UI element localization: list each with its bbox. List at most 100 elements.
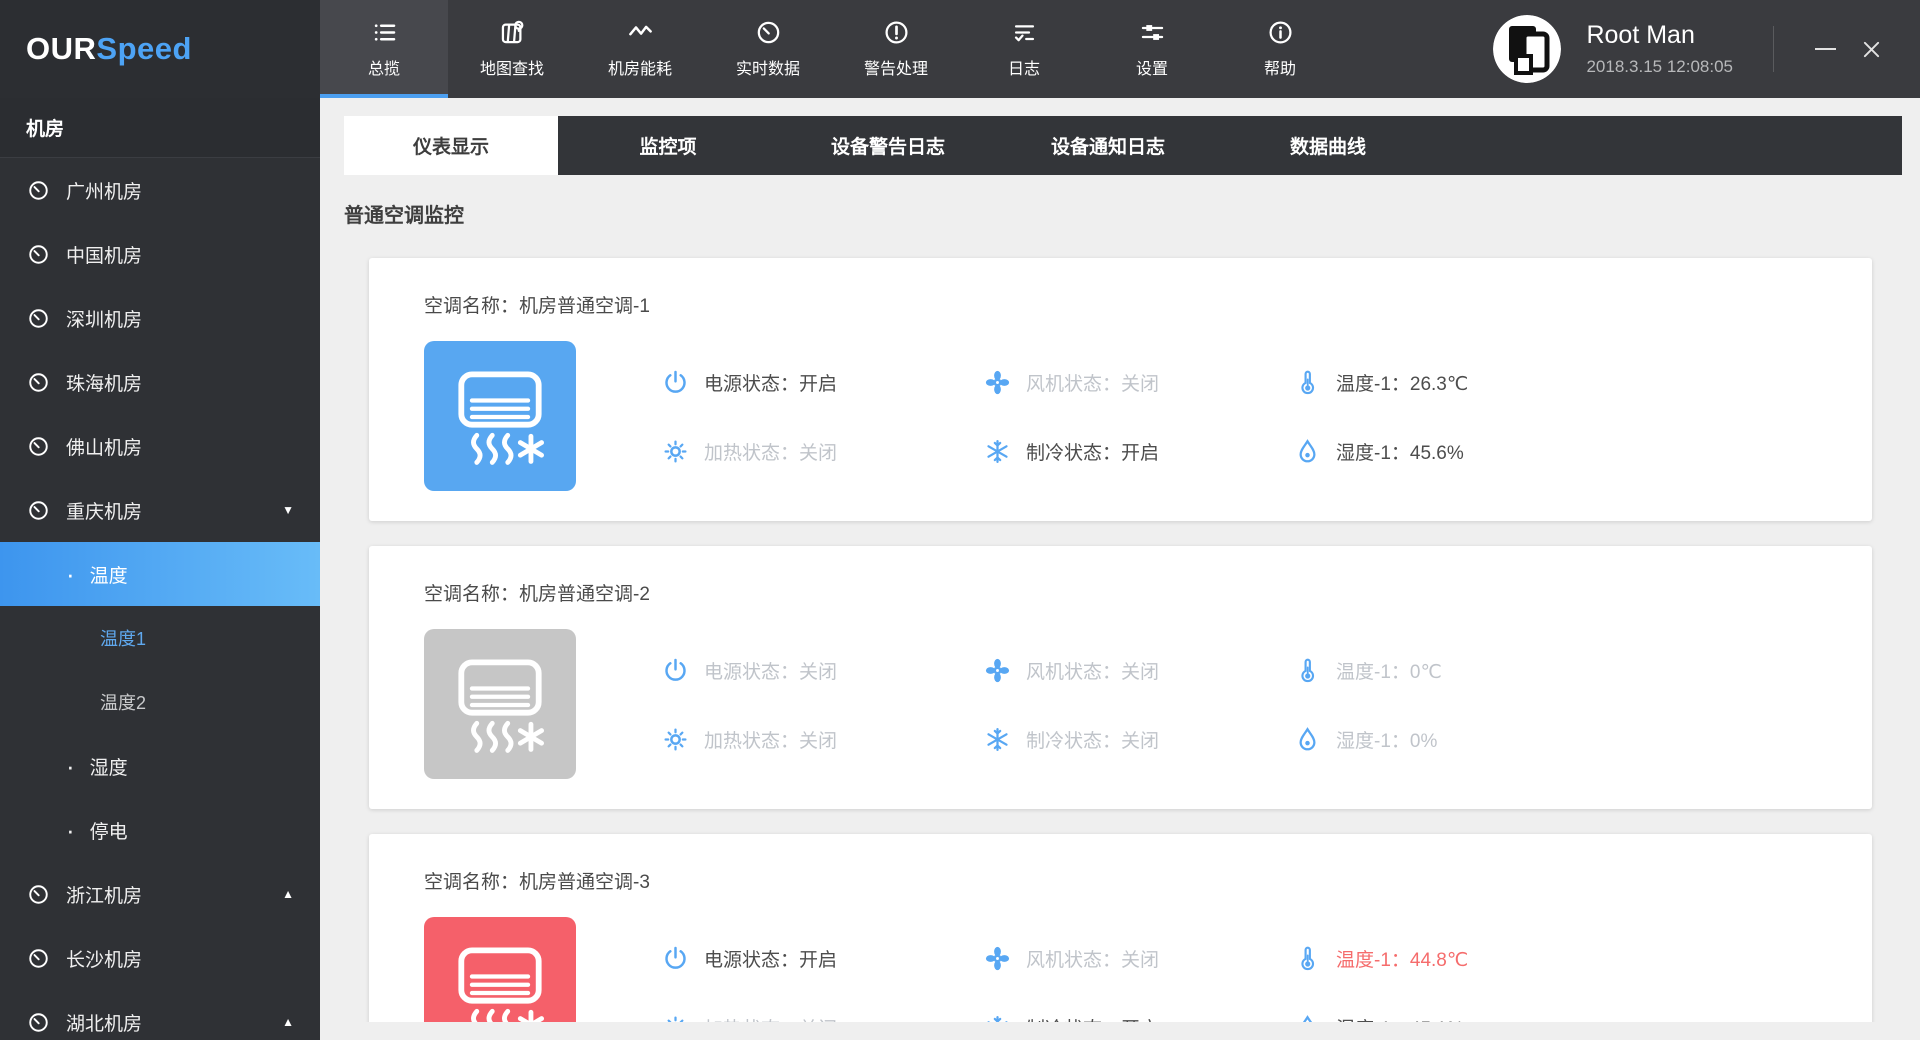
user-name: Root Man bbox=[1586, 21, 1733, 50]
room-gauge-icon bbox=[27, 499, 50, 522]
top-nav-item-7[interactable]: 设置 bbox=[1088, 0, 1216, 98]
logo-primary: OUR bbox=[26, 31, 96, 66]
status-text: 湿度-1：0% bbox=[1336, 726, 1437, 753]
user-block: Root Man 2018.3.15 12:08:05 bbox=[1493, 0, 1920, 98]
ac-status-card-1: 空调名称：机房普通空调-1 电源状态：开启 风机状态：关闭 温度-1：26.3℃… bbox=[369, 258, 1872, 521]
power-icon bbox=[662, 657, 689, 684]
sidebar-item-label: 温度1 bbox=[100, 625, 146, 651]
minimize-icon bbox=[1815, 48, 1836, 50]
top-nav-item-1[interactable]: 总揽 bbox=[320, 0, 448, 98]
help-icon bbox=[1267, 19, 1294, 46]
minimize-button[interactable] bbox=[1802, 26, 1848, 72]
top-nav-item-4[interactable]: 实时数据 bbox=[704, 0, 832, 98]
sidebar-item[interactable]: ·停电 bbox=[0, 798, 320, 862]
top-nav-label: 帮助 bbox=[1264, 55, 1296, 79]
top-nav-item-2[interactable]: 地图查找 bbox=[448, 0, 576, 98]
energy-icon bbox=[627, 19, 654, 46]
sidebar-item-label: 浙江机房 bbox=[66, 881, 142, 908]
sidebar-item[interactable]: 珠海机房 bbox=[0, 350, 320, 414]
tab-4[interactable]: 设备通知日志 bbox=[998, 116, 1218, 175]
fan-icon bbox=[984, 945, 1011, 972]
tab-5[interactable]: 数据曲线 bbox=[1218, 116, 1438, 175]
caret-up-icon[interactable]: ▲ bbox=[282, 887, 294, 901]
bullet-dot: · bbox=[66, 753, 75, 779]
snowflake-icon bbox=[984, 438, 1011, 465]
status-text: 温度-1：26.3℃ bbox=[1336, 369, 1468, 396]
ac-name-label: 空调名称：机房普通空调-1 bbox=[424, 291, 650, 318]
sun-icon bbox=[662, 438, 689, 465]
status-row: 电源状态：开启 风机状态：关闭 温度-1：26.3℃ bbox=[662, 358, 1842, 406]
tab-bar: 仪表显示 监控项 设备警告日志 设备通知日志 数据曲线 bbox=[344, 116, 1902, 175]
sidebar-item[interactable]: 广州机房 bbox=[0, 158, 320, 222]
caret-up-icon[interactable]: ▲ bbox=[282, 1015, 294, 1029]
status-text: 制冷状态：关闭 bbox=[1026, 726, 1159, 753]
top-nav-item-6[interactable]: 日志 bbox=[960, 0, 1088, 98]
sidebar-item-label: 中国机房 bbox=[66, 241, 142, 268]
room-gauge-icon bbox=[27, 1011, 50, 1034]
room-gauge-icon bbox=[27, 243, 50, 266]
top-nav-label: 总揽 bbox=[368, 55, 400, 79]
top-nav-item-3[interactable]: 机房能耗 bbox=[576, 0, 704, 98]
sidebar-item[interactable]: 深圳机房 bbox=[0, 286, 320, 350]
alert-icon bbox=[883, 19, 910, 46]
top-nav-item-8[interactable]: 帮助 bbox=[1216, 0, 1344, 98]
ac-name-label: 空调名称：机房普通空调-2 bbox=[424, 579, 650, 606]
tab-label: 设备警告日志 bbox=[831, 132, 945, 159]
status-item: 风机状态：关闭 bbox=[984, 657, 1294, 684]
top-nav-label: 地图查找 bbox=[480, 55, 544, 79]
sidebar: 机房 广州机房 中国机房 深圳机房 珠海机房 佛山机房 重庆机房 ▼ ·温度 温… bbox=[0, 98, 320, 1040]
sidebar-item[interactable]: 温度1 bbox=[0, 606, 320, 670]
caret-down-icon[interactable]: ▼ bbox=[282, 503, 294, 517]
status-item: 制冷状态：关闭 bbox=[984, 726, 1294, 753]
snowflake-icon bbox=[984, 726, 1011, 753]
status-text: 制冷状态：开启 bbox=[1026, 438, 1159, 465]
avatar[interactable] bbox=[1493, 15, 1561, 83]
sidebar-item-label: 长沙机房 bbox=[66, 945, 142, 972]
sidebar-item[interactable]: ·湿度 bbox=[0, 734, 320, 798]
sidebar-item[interactable]: 佛山机房 bbox=[0, 414, 320, 478]
close-button[interactable] bbox=[1848, 26, 1894, 72]
sun-icon bbox=[662, 726, 689, 753]
top-nav-label: 机房能耗 bbox=[608, 55, 672, 79]
status-text: 湿度-1：45.6% bbox=[1336, 438, 1464, 465]
thermometer-icon bbox=[1294, 945, 1321, 972]
status-item: 电源状态：关闭 bbox=[662, 657, 984, 684]
status-item: 温度-1：44.8℃ bbox=[1294, 945, 1842, 972]
status-item: 电源状态：开启 bbox=[662, 945, 984, 972]
tab-3[interactable]: 设备警告日志 bbox=[778, 116, 998, 175]
sidebar-item[interactable]: ·温度 bbox=[0, 542, 320, 606]
tab-2[interactable]: 监控项 bbox=[558, 116, 778, 175]
ac-name-label: 空调名称：机房普通空调-3 bbox=[424, 867, 650, 894]
status-row: 电源状态：开启 风机状态：关闭 温度-1：44.8℃ bbox=[662, 934, 1842, 982]
thermometer-icon bbox=[1294, 369, 1321, 396]
top-nav-item-5[interactable]: 警告处理 bbox=[832, 0, 960, 98]
tab-1[interactable]: 仪表显示 bbox=[344, 116, 558, 175]
sidebar-item-label: 温度2 bbox=[100, 689, 146, 715]
top-bar: OURSpeed 总揽 地图查找 机房能耗 实时数据 警告处理 日志 设置 帮助… bbox=[0, 0, 1920, 98]
ac-status-card-3: 空调名称：机房普通空调-3 电源状态：开启 风机状态：关闭 温度-1：44.8℃… bbox=[369, 834, 1872, 1040]
sidebar-item[interactable]: 湖北机房 ▲ bbox=[0, 990, 320, 1040]
sidebar-list: 广州机房 中国机房 深圳机房 珠海机房 佛山机房 重庆机房 ▼ ·温度 温度1 … bbox=[0, 158, 320, 1040]
status-text: 电源状态：关闭 bbox=[704, 657, 837, 684]
room-gauge-icon bbox=[27, 371, 50, 394]
tab-label: 设备通知日志 bbox=[1051, 132, 1165, 159]
fan-icon bbox=[984, 369, 1011, 396]
room-gauge-icon bbox=[27, 307, 50, 330]
list-icon bbox=[371, 19, 398, 46]
droplet-icon bbox=[1294, 726, 1321, 753]
power-icon bbox=[662, 369, 689, 396]
room-gauge-icon bbox=[27, 179, 50, 202]
sidebar-item[interactable]: 长沙机房 bbox=[0, 926, 320, 990]
status-item: 加热状态：关闭 bbox=[662, 726, 984, 753]
map-icon bbox=[499, 19, 526, 46]
sidebar-header: 机房 bbox=[0, 98, 320, 158]
sidebar-item[interactable]: 温度2 bbox=[0, 670, 320, 734]
logo-accent: Speed bbox=[96, 31, 192, 66]
main-content: 仪表显示 监控项 设备警告日志 设备通知日志 数据曲线 普通空调监控 空调名称：… bbox=[320, 98, 1920, 1040]
sidebar-item[interactable]: 中国机房 bbox=[0, 222, 320, 286]
sidebar-item[interactable]: 浙江机房 ▲ bbox=[0, 862, 320, 926]
sidebar-item[interactable]: 重庆机房 ▼ bbox=[0, 478, 320, 542]
tab-label: 数据曲线 bbox=[1290, 132, 1366, 159]
status-text: 风机状态：关闭 bbox=[1026, 369, 1159, 396]
sidebar-item-label: 温度 bbox=[90, 561, 128, 588]
